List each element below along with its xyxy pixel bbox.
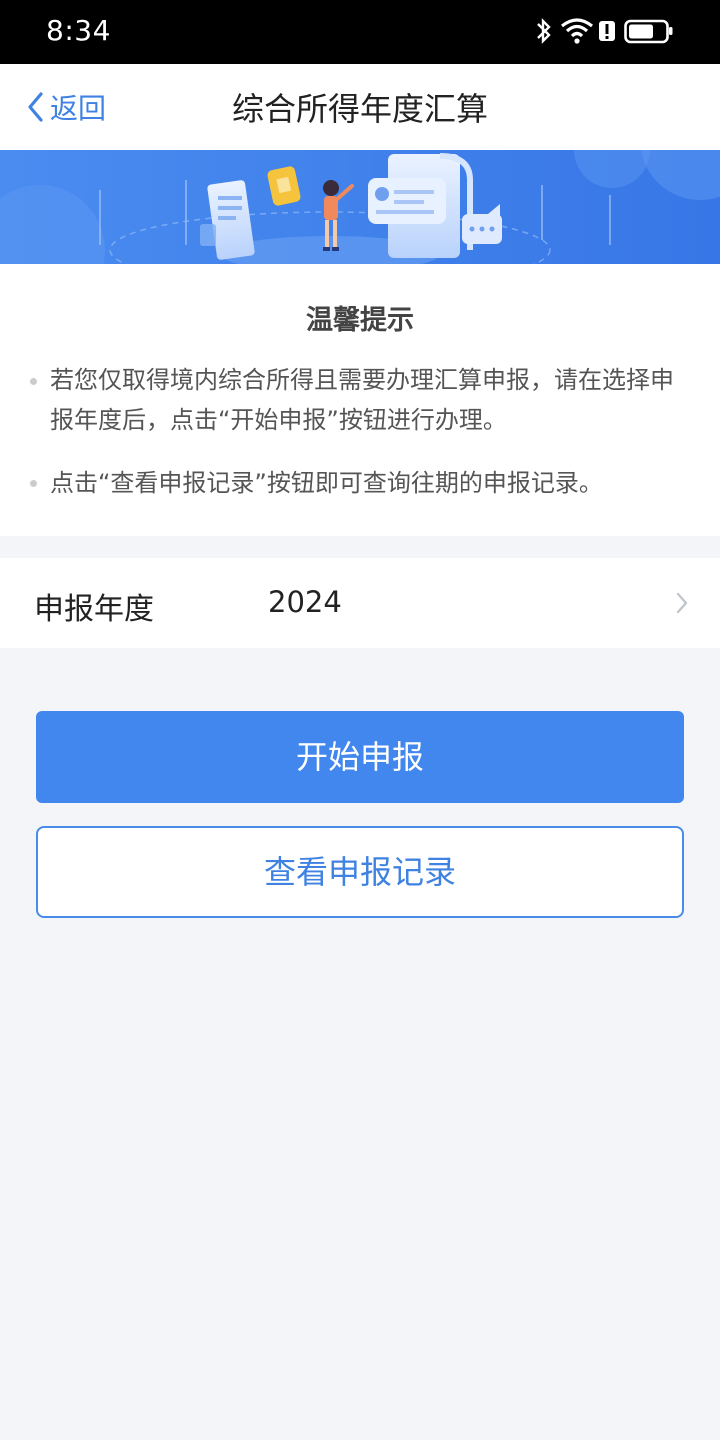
status-bar: 8:34 <box>0 0 720 64</box>
chevron-right-icon <box>676 592 688 614</box>
alert-icon <box>599 21 615 41</box>
banner-illustration <box>0 150 720 264</box>
view-records-button[interactable]: 查看申报记录 <box>36 826 684 918</box>
year-value: 2024 <box>268 585 342 619</box>
status-time: 8:34 <box>46 14 111 47</box>
battery-icon <box>624 19 673 44</box>
bullet-dot <box>30 378 37 385</box>
nav-bar: 返回 综合所得年度汇算 <box>0 64 720 150</box>
tip-item: 若您仅取得境内综合所得且需要办理汇算申报，请在选择申报年度后，点击“开始申报”按… <box>50 366 674 434</box>
year-label: 申报年度 <box>34 592 154 627</box>
bluetooth-icon <box>537 18 551 44</box>
tips-title: 温馨提示 <box>306 305 414 336</box>
bullet-dot <box>30 480 37 487</box>
page-title: 综合所得年度汇算 <box>231 90 488 128</box>
tips-section: 温馨提示 若您仅取得境内综合所得且需要办理汇算申报，请在选择申报年度后，点击“开… <box>0 264 720 536</box>
start-declaration-button[interactable]: 开始申报 <box>36 711 684 803</box>
year-selector-row[interactable]: 申报年度 2024 <box>0 558 720 648</box>
tip-item: 点击“查看申报记录”按钮即可查询往期的申报记录。 <box>50 469 603 497</box>
wifi-icon <box>561 18 593 44</box>
